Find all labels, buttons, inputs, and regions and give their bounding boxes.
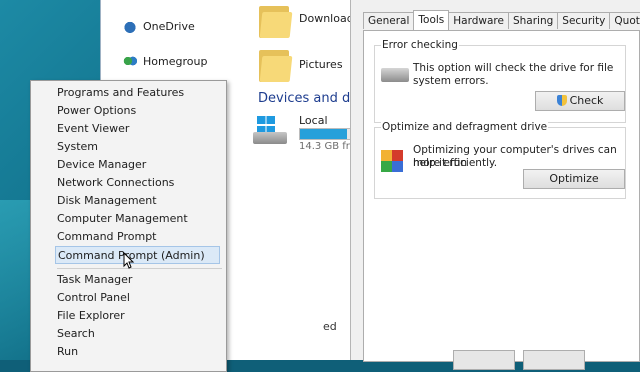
- tab-security[interactable]: Security: [557, 12, 611, 29]
- error-checking-title: Error checking: [381, 39, 459, 51]
- check-button[interactable]: Check: [535, 91, 625, 111]
- nav-item-label: Homegroup: [143, 54, 208, 68]
- menu-item-system[interactable]: System: [57, 138, 222, 156]
- homegroup-icon: [123, 54, 137, 68]
- optimize-title: Optimize and defragment drive: [381, 121, 549, 133]
- error-checking-description-line2: system errors.: [413, 75, 489, 87]
- tab-quota[interactable]: Quota: [609, 12, 640, 29]
- error-checking-description-line1: This option will check the drive for fil…: [413, 62, 614, 74]
- menu-item-task-manager[interactable]: Task Manager: [57, 271, 222, 289]
- check-button-label: Check: [569, 94, 604, 107]
- menu-item-power-options[interactable]: Power Options: [57, 102, 222, 120]
- menu-item-network-connections[interactable]: Network Connections: [57, 174, 222, 192]
- menu-item-command-prompt-admin[interactable]: Command Prompt (Admin): [55, 246, 220, 264]
- properties-tabs: General Tools Hardware Sharing Security …: [363, 10, 640, 30]
- nav-item-onedrive[interactable]: OneDrive: [123, 15, 195, 37]
- winx-context-menu: Programs and Features Power Options Even…: [30, 80, 227, 372]
- folder-label-pictures[interactable]: Pictures: [299, 58, 343, 71]
- nav-item-label: OneDrive: [143, 19, 195, 33]
- uac-shield-icon: [556, 95, 567, 106]
- tab-tools[interactable]: Tools: [413, 10, 450, 30]
- menu-item-run[interactable]: Run: [57, 343, 222, 361]
- defragment-icon: [381, 150, 403, 172]
- menu-item-device-manager[interactable]: Device Manager: [57, 156, 222, 174]
- status-text-partial: ed: [323, 320, 337, 333]
- tab-general[interactable]: General: [363, 12, 415, 29]
- optimize-button[interactable]: Optimize: [523, 169, 625, 189]
- menu-item-programs-and-features[interactable]: Programs and Features: [57, 84, 222, 102]
- menu-item-control-panel[interactable]: Control Panel: [57, 289, 222, 307]
- menu-separator: [57, 268, 222, 269]
- folder-icon[interactable]: [259, 46, 293, 82]
- ok-button[interactable]: [453, 350, 515, 370]
- onedrive-icon: [123, 19, 137, 33]
- mouse-cursor-icon: [123, 252, 135, 269]
- menu-item-command-prompt[interactable]: Command Prompt: [57, 228, 222, 246]
- drive-usage-bar: [299, 128, 353, 140]
- menu-item-computer-management[interactable]: Computer Management: [57, 210, 222, 228]
- error-checking-group: Error checking This option will check th…: [374, 39, 626, 123]
- local-disk-icon[interactable]: [253, 112, 289, 148]
- nav-item-homegroup[interactable]: Homegroup: [123, 50, 207, 72]
- menu-item-file-explorer[interactable]: File Explorer: [57, 307, 222, 325]
- cancel-button[interactable]: [523, 350, 585, 370]
- menu-item-event-viewer[interactable]: Event Viewer: [57, 120, 222, 138]
- folder-icon[interactable]: [259, 2, 293, 38]
- menu-item-disk-management[interactable]: Disk Management: [57, 192, 222, 210]
- tools-tab-panel: Error checking This option will check th…: [363, 30, 640, 362]
- hard-drive-icon: [381, 68, 409, 82]
- optimize-description-line2: more efficiently.: [413, 157, 498, 169]
- drive-properties-dialog: General Tools Hardware Sharing Security …: [350, 0, 640, 370]
- optimize-group: Optimize and defragment drive Optimizing…: [374, 121, 626, 199]
- menu-item-search[interactable]: Search: [57, 325, 222, 343]
- tab-sharing[interactable]: Sharing: [507, 12, 559, 29]
- tab-hardware[interactable]: Hardware: [448, 12, 509, 29]
